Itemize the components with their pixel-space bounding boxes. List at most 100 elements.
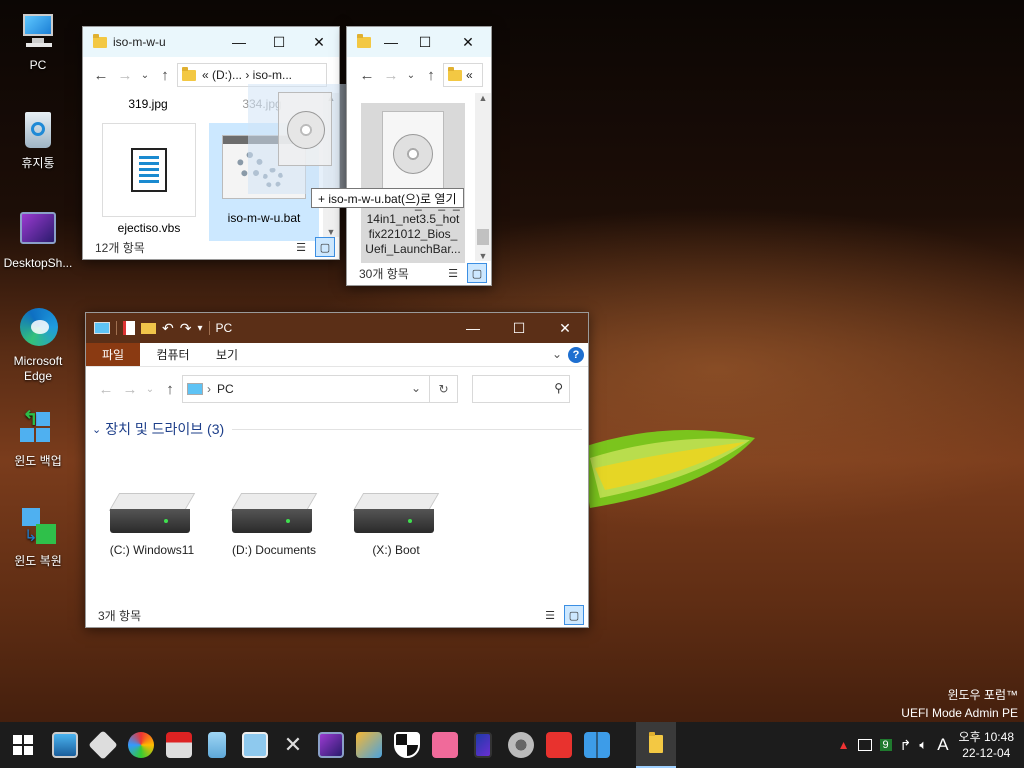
title-bar[interactable]: — ☐ ✕ xyxy=(347,27,491,57)
scroll-down-icon[interactable]: ▼ xyxy=(475,251,491,261)
file-item[interactable]: 319.jpg xyxy=(103,97,193,111)
start-icon[interactable] xyxy=(0,722,46,768)
refresh-button[interactable]: ↻ xyxy=(430,375,458,403)
tablet-icon[interactable] xyxy=(464,722,502,768)
recent-dropdown-icon[interactable]: ⌄ xyxy=(137,70,153,81)
desktop-icon-desktop-shortcut[interactable]: DesktopSh... xyxy=(0,206,76,271)
windows-icon[interactable] xyxy=(578,722,616,768)
details-view-icon[interactable]: ☰ xyxy=(291,237,311,257)
vertical-scrollbar[interactable]: ▲ ▼ xyxy=(475,93,491,261)
recent-dropdown-icon[interactable]: ⌄ xyxy=(403,70,419,81)
redo-icon[interactable]: ↷ xyxy=(180,320,192,337)
tools-icon[interactable] xyxy=(84,722,122,768)
hard-drive-icon xyxy=(108,493,196,535)
car-icon[interactable] xyxy=(160,722,198,768)
recent-dropdown-icon[interactable]: ⌄ xyxy=(142,384,158,395)
notepad-icon[interactable] xyxy=(198,722,236,768)
title-bar[interactable]: ↶ ↷ ▾ PC — ☐ ✕ xyxy=(86,313,588,343)
address-breadcrumb-arrow[interactable]: › xyxy=(207,382,211,396)
tray-badge[interactable]: 9 xyxy=(879,739,892,751)
drive-label: (D:) Documents xyxy=(231,543,317,557)
undo-icon[interactable]: ↶ xyxy=(162,320,174,337)
minimize-button[interactable]: — xyxy=(219,27,259,57)
desktop-icon-backup[interactable]: ↰ 윈도 백업 xyxy=(0,404,76,469)
customize-toolbar-icon[interactable]: ▾ xyxy=(197,323,202,334)
hard-drive-icon xyxy=(352,493,440,535)
maximize-button[interactable]: ☐ xyxy=(496,313,542,343)
forward-icon[interactable]: → xyxy=(118,381,142,398)
details-view-icon[interactable]: ☰ xyxy=(540,605,560,625)
separator xyxy=(116,321,117,335)
address-dropdown-icon[interactable]: ⌄ xyxy=(411,381,421,395)
network-tray-icon[interactable] xyxy=(857,739,872,751)
wrench-icon[interactable]: ✕ xyxy=(274,722,312,768)
network-icon[interactable] xyxy=(236,722,274,768)
shield-icon[interactable] xyxy=(388,722,426,768)
drive-item[interactable]: (D:) Documents xyxy=(224,493,324,557)
desktop-icon-pc[interactable]: PC xyxy=(0,8,76,73)
drag-ghost-icon xyxy=(248,84,348,194)
file-item[interactable]: ejectiso.vbs xyxy=(99,123,199,235)
folder-icon xyxy=(182,66,196,81)
hard-drive-icon xyxy=(230,493,318,535)
back-icon[interactable]: ← xyxy=(94,381,118,398)
up-icon[interactable]: ↑ xyxy=(419,67,443,84)
drive-item[interactable]: (X:) Boot xyxy=(346,493,446,557)
forward-icon[interactable]: → xyxy=(113,67,137,84)
scroll-up-icon[interactable]: ▲ xyxy=(475,93,491,103)
explorer-window-pc[interactable]: ↶ ↷ ▾ PC — ☐ ✕ 파일 컴퓨터 보기 ⌄ ? ← → ⌄ ↑ › P… xyxy=(85,312,589,628)
remote-icon[interactable] xyxy=(350,722,388,768)
address-bar[interactable]: « xyxy=(443,63,483,87)
large-icons-view-icon[interactable]: ▢ xyxy=(564,605,584,625)
tab-computer[interactable]: 컴퓨터 xyxy=(140,343,206,366)
windows-tiles-icon[interactable] xyxy=(426,722,464,768)
drive-label: (C:) Windows11 xyxy=(109,543,195,557)
explorer-window-2[interactable]: — ☐ ✕ ← → ⌄ ↑ « Windows_8.1_K_14in1_net3… xyxy=(346,26,492,286)
forward-icon[interactable]: → xyxy=(379,67,403,84)
explorer-taskbar-button[interactable] xyxy=(636,722,676,768)
new-folder-icon[interactable] xyxy=(141,322,156,334)
properties-icon[interactable] xyxy=(123,321,135,335)
close-button[interactable]: ✕ xyxy=(542,313,588,343)
scroll-thumb[interactable] xyxy=(477,229,489,245)
tab-view[interactable]: 보기 xyxy=(206,343,248,366)
up-icon[interactable]: ↑ xyxy=(158,381,182,398)
disk-icon[interactable] xyxy=(122,722,160,768)
clock[interactable]: 오후 10:48 22-12-04 xyxy=(959,729,1014,761)
chevron-up-icon[interactable]: ▲ xyxy=(838,738,850,752)
back-icon[interactable]: ← xyxy=(89,67,113,84)
close-button[interactable]: ✕ xyxy=(299,27,339,57)
drive-item[interactable]: (C:) Windows11 xyxy=(102,493,202,557)
large-icons-view-icon[interactable]: ▢ xyxy=(315,237,335,257)
details-view-icon[interactable]: ☰ xyxy=(443,263,463,283)
back-icon[interactable]: ← xyxy=(355,67,379,84)
share-icon[interactable]: ↱ xyxy=(900,737,912,754)
title-bar[interactable]: iso-m-w-u — ☐ ✕ xyxy=(83,27,339,57)
photo-icon[interactable] xyxy=(312,722,350,768)
minimize-button[interactable]: — xyxy=(377,27,405,57)
drag-tooltip: + iso-m-w-u.bat(으)로 열기 xyxy=(311,188,464,208)
section-header[interactable]: ⌄ 장치 및 드라이브 (3) xyxy=(92,419,582,439)
ime-indicator[interactable]: A xyxy=(937,735,948,755)
desktop-icon-restore[interactable]: ↳ 윈도 복원 xyxy=(0,504,76,569)
nav-bar: ← → ⌄ ↑ › PC ⌄ ↻ ⚲ xyxy=(86,367,588,411)
tab-file[interactable]: 파일 xyxy=(86,343,140,366)
volume-icon[interactable]: 🔈︎ xyxy=(919,737,927,753)
camera-icon[interactable] xyxy=(502,722,540,768)
address-bar[interactable]: › PC ⌄ xyxy=(182,375,430,403)
maximize-button[interactable]: ☐ xyxy=(259,27,299,57)
large-icons-view-icon[interactable]: ▢ xyxy=(467,263,487,283)
monitor-icon[interactable] xyxy=(46,722,84,768)
anydesk-icon[interactable] xyxy=(540,722,578,768)
separator xyxy=(208,321,210,335)
desktop-icon-recycle-bin[interactable]: 휴지통 xyxy=(0,106,76,171)
up-icon[interactable]: ↑ xyxy=(153,67,177,84)
file-item-selected[interactable]: Windows_8.1_K_14in1_net3.5_hotfix221012_… xyxy=(361,103,465,263)
maximize-button[interactable]: ☐ xyxy=(405,27,445,57)
desktop-icon-edge[interactable]: Microsoft Edge xyxy=(0,304,76,384)
search-input[interactable]: ⚲ xyxy=(472,375,570,403)
minimize-button[interactable]: — xyxy=(450,313,496,343)
expand-ribbon-icon[interactable]: ⌄ xyxy=(552,347,562,361)
help-icon[interactable]: ? xyxy=(568,347,584,363)
close-button[interactable]: ✕ xyxy=(445,27,491,57)
